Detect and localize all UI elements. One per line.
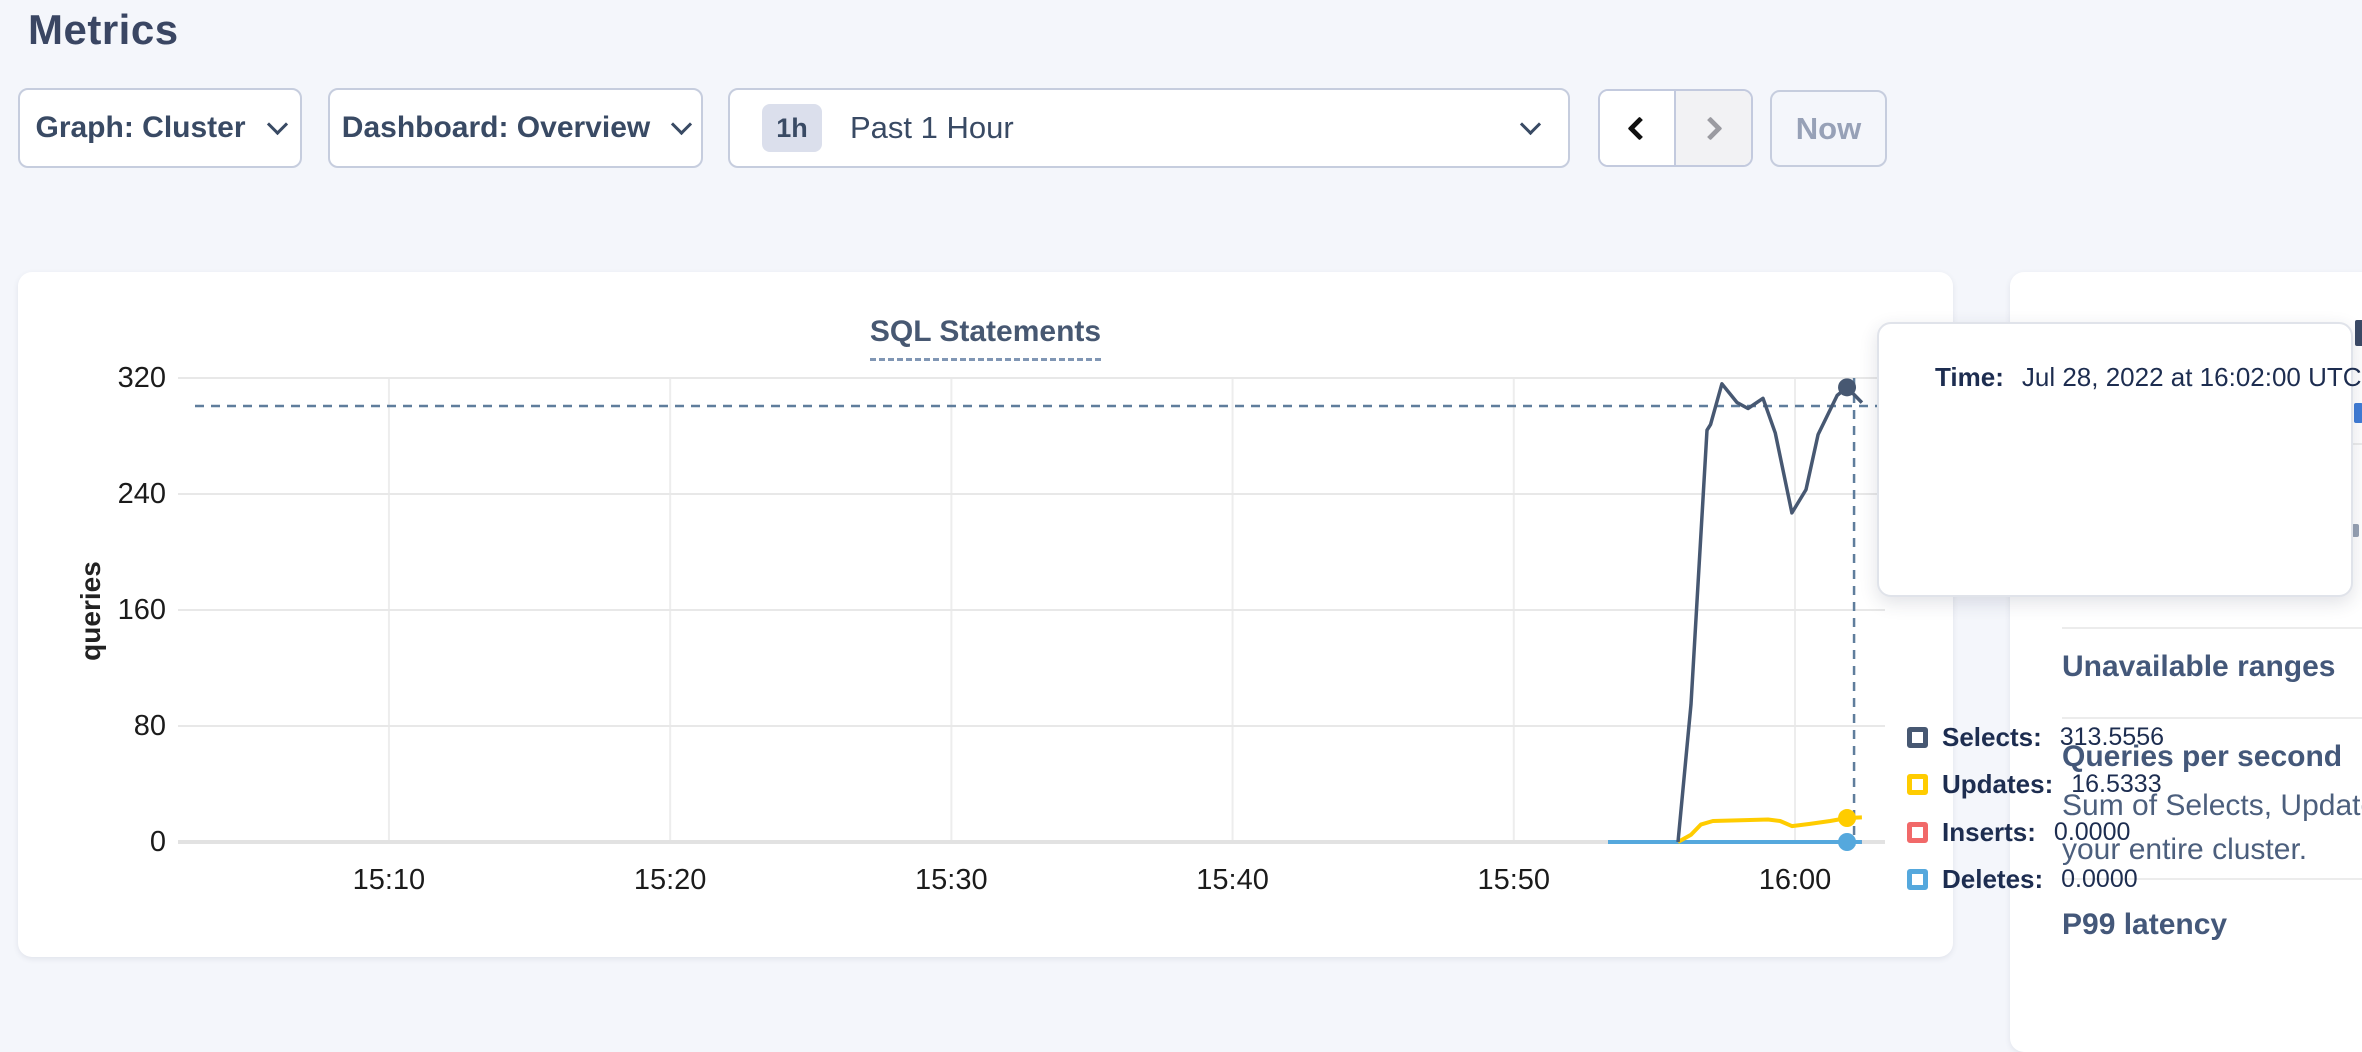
time-range-dropdown[interactable]: 1h Past 1 Hour	[728, 88, 1570, 168]
tooltip-series-row: Inserts: 0.0000	[1907, 815, 2130, 849]
time-range-badge: 1h	[762, 104, 822, 152]
summary-entry-title: P99 latency	[2062, 908, 2227, 942]
y-axis-tick-label: 320	[74, 362, 166, 394]
tooltip-time-value: Jul 28, 2022 at 16:02:00 UTC	[2022, 362, 2362, 392]
graph-dropdown[interactable]: Graph: Cluster	[18, 88, 302, 168]
sql-statements-chart-card: SQL Statements queries 08016024032015:10…	[18, 272, 1953, 957]
y-axis-tick-label: 240	[74, 478, 166, 510]
updates-swatch-icon	[1907, 774, 1928, 795]
occluded-link-fragment	[2354, 403, 2362, 423]
tooltip-series-value: 313.5556	[2060, 723, 2164, 752]
updates-hover-dot	[1838, 809, 1856, 827]
selects-series-line	[1678, 384, 1862, 842]
y-axis-tick-label: 0	[74, 826, 166, 858]
x-axis-tick-label: 15:30	[891, 864, 1011, 896]
tooltip-series-label: Selects:	[1942, 722, 2042, 753]
inserts-swatch-icon	[1907, 822, 1928, 843]
x-axis-tick-label: 15:50	[1454, 864, 1574, 896]
next-timespan-button-disabled[interactable]	[1676, 91, 1752, 165]
tooltip-time-row: Time: Jul 28, 2022 at 16:02:00 UTC	[1935, 362, 2362, 393]
page-title: Metrics	[28, 6, 179, 54]
deletes-hover-dot	[1838, 833, 1856, 851]
y-axis-tick-label: 80	[74, 710, 166, 742]
chevron-down-icon	[1520, 113, 1541, 134]
y-axis-tick-label: 160	[74, 594, 166, 626]
x-axis-tick-label: 15:20	[610, 864, 730, 896]
chevron-down-icon	[671, 113, 692, 134]
tooltip-series-row: Selects: 313.5556	[1907, 720, 2164, 754]
selects-hover-dot	[1838, 378, 1856, 396]
time-step-buttons	[1598, 89, 1753, 167]
selects-swatch-icon	[1907, 727, 1928, 748]
deletes-swatch-icon	[1907, 869, 1928, 890]
tooltip-series-label: Inserts:	[1942, 817, 2036, 848]
tooltip-series-label: Deletes:	[1942, 864, 2043, 895]
tooltip-series-value: 16.5333	[2071, 770, 2161, 799]
chevron-down-icon	[266, 113, 287, 134]
dashboard-dropdown[interactable]: Dashboard: Overview	[328, 88, 703, 168]
x-axis-tick-label: 15:40	[1173, 864, 1293, 896]
divider	[2062, 627, 2362, 629]
tooltip-time-label: Time:	[1935, 362, 2004, 392]
time-range-label: Past 1 Hour	[850, 110, 1523, 146]
chart-hover-tooltip: Time:Jul 28, 2022 at 16:02:00 UTC Select…	[1877, 322, 2353, 597]
dashboard-dropdown-label: Dashboard: Overview	[342, 111, 650, 145]
chevron-right-icon	[1698, 116, 1722, 140]
x-axis-tick-label: 15:10	[329, 864, 449, 896]
tooltip-series-value: 0.0000	[2061, 865, 2137, 894]
now-button[interactable]: Now	[1770, 90, 1887, 167]
occluded-text-fragment	[2352, 524, 2359, 537]
updates-series-line	[1678, 817, 1862, 842]
tooltip-series-label: Updates:	[1942, 769, 2053, 800]
occluded-text-fragment	[2355, 320, 2362, 346]
metrics-page: { "page": { "title": "Metrics" }, "toolb…	[0, 0, 2362, 966]
tooltip-series-value: 0.0000	[2054, 818, 2130, 847]
divider	[2062, 717, 2362, 719]
summary-entry-title: Unavailable ranges	[2062, 650, 2335, 684]
chevron-left-icon	[1628, 116, 1652, 140]
graph-dropdown-label: Graph: Cluster	[35, 111, 245, 145]
tooltip-series-row: Deletes: 0.0000	[1907, 862, 2138, 896]
previous-timespan-button[interactable]	[1600, 91, 1676, 165]
x-axis-tick-label: 16:00	[1735, 864, 1855, 896]
chart-title[interactable]: SQL Statements	[870, 315, 1101, 361]
chart-plot-area[interactable]	[178, 378, 1885, 842]
tooltip-series-row: Updates: 16.5333	[1907, 767, 2162, 801]
